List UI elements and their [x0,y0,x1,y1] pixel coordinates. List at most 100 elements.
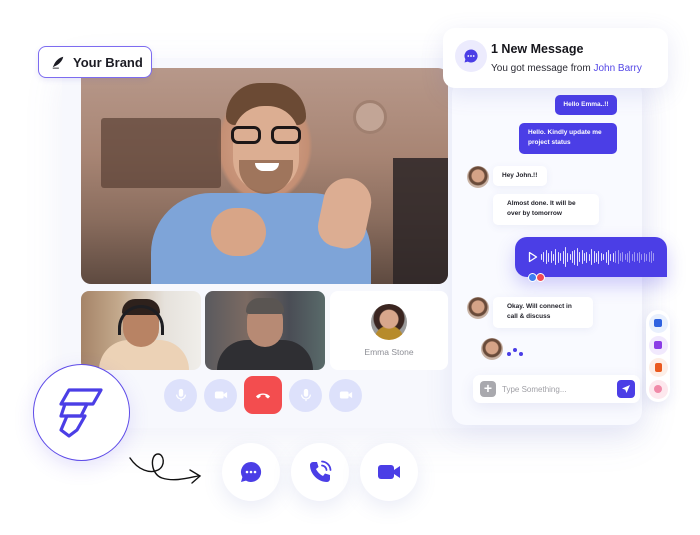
waveform-bar [646,253,648,261]
waveform-bar [574,249,576,265]
waveform-bar [579,252,581,262]
audio-icon [654,385,662,393]
mute-button[interactable] [164,378,197,412]
brand-badge: Your Brand [38,46,152,78]
notification-sender[interactable]: John Barry [593,63,641,74]
background-clock [353,100,387,134]
waveform-bar [603,254,605,260]
waveform-bar [648,252,650,262]
waveform-bar [564,247,566,267]
video-attach-button[interactable] [648,335,668,355]
participant-tile[interactable] [205,291,325,370]
waveform-bar [622,252,624,262]
end-call-button[interactable] [244,376,282,414]
message-outgoing: Hello Emma..!! [555,95,617,115]
notification-body-prefix: You got message from [491,63,591,74]
image-icon [654,319,662,327]
attachment-toolbar [646,310,670,402]
chat-button[interactable] [222,443,280,501]
participant-tile[interactable] [81,291,201,370]
waveform-bar [600,253,602,261]
waveform-bar [572,251,574,263]
message-outgoing: Hello. Kindly update me project status [519,123,617,154]
waveform-bar [619,253,621,261]
waveform-bar [605,251,607,263]
message-input[interactable] [502,381,602,397]
background-fridge [393,158,448,284]
love-reaction-icon[interactable] [536,273,545,282]
waveform-bar [610,253,612,261]
waveform-bar [598,250,600,264]
waveform-bar [550,251,552,263]
avatar [467,297,489,319]
chat-icon [241,461,262,482]
waveform-bar [555,249,557,265]
document-icon [654,362,662,372]
waveform-bar [576,248,578,266]
voice-waveform [541,245,655,269]
mute-button[interactable] [289,378,322,412]
send-icon [622,385,630,393]
waveform-bar [586,251,588,263]
speaker-glasses [231,126,301,144]
waveform-bar [634,252,636,262]
waveform-bar [541,254,542,260]
waveform-bar [629,251,631,263]
image-attach-button[interactable] [648,313,668,333]
waveform-bar [557,251,559,263]
background-shelf [101,118,221,188]
participant-name: Emma Stone [364,347,414,357]
avatar [481,338,503,360]
camera-button[interactable] [329,378,362,412]
message-incoming: Almost done. It will be over by tomorrow [493,194,599,225]
phone-call-icon [310,460,332,482]
mic-icon [175,388,186,402]
waveform-bar [543,252,545,262]
participant-hair [246,298,284,314]
message-composer: + [473,375,640,403]
waveform-bar [653,253,655,261]
message-incoming: Okay. Will connect in call & discuss [493,297,593,328]
waveform-bar [591,249,593,265]
audio-attach-button[interactable] [648,379,668,399]
waveform-bar [562,250,564,264]
notification-icon-wrap [455,40,487,72]
waveform-bar [615,251,617,263]
squiggle-arrow-icon [129,453,202,484]
waveform-bar [548,252,550,262]
notification-body: You got message from John Barry [491,63,642,74]
waveform-bar [612,252,614,262]
mic-icon [300,388,311,402]
call-controls [164,376,362,414]
video-call-button[interactable] [360,443,418,501]
waveform-bar [624,254,626,260]
waveform-bar [560,253,562,261]
waveform-bar [627,252,629,262]
voice-message[interactable] [515,237,667,277]
waveform-bar [639,251,641,263]
waveform-bar [584,253,586,261]
notification-title: 1 New Message [491,42,584,56]
send-button[interactable] [617,380,635,398]
waveform-bar [617,250,619,264]
participant-tile-emma[interactable]: Emma Stone [330,291,448,370]
attach-button[interactable]: + [480,381,496,397]
end-call-icon [256,393,270,399]
camera-button[interactable] [204,378,237,412]
main-video-feed[interactable] [81,68,448,284]
waveform-bar [567,252,569,262]
waveform-bar [552,253,554,261]
logo-icon [58,387,103,438]
waveform-bar [545,250,547,264]
new-message-notification[interactable]: 1 New Message You got message from John … [443,28,668,88]
document-attach-button[interactable] [648,357,668,377]
typing-indicator [507,347,525,357]
video-file-icon [654,341,662,349]
message-reactions [528,273,545,282]
voice-call-button[interactable] [291,443,349,501]
waveform-bar [650,251,652,263]
avatar [467,166,489,188]
play-icon[interactable] [528,251,538,263]
waveform-bar [581,250,583,264]
feather-pen-icon [52,56,64,69]
